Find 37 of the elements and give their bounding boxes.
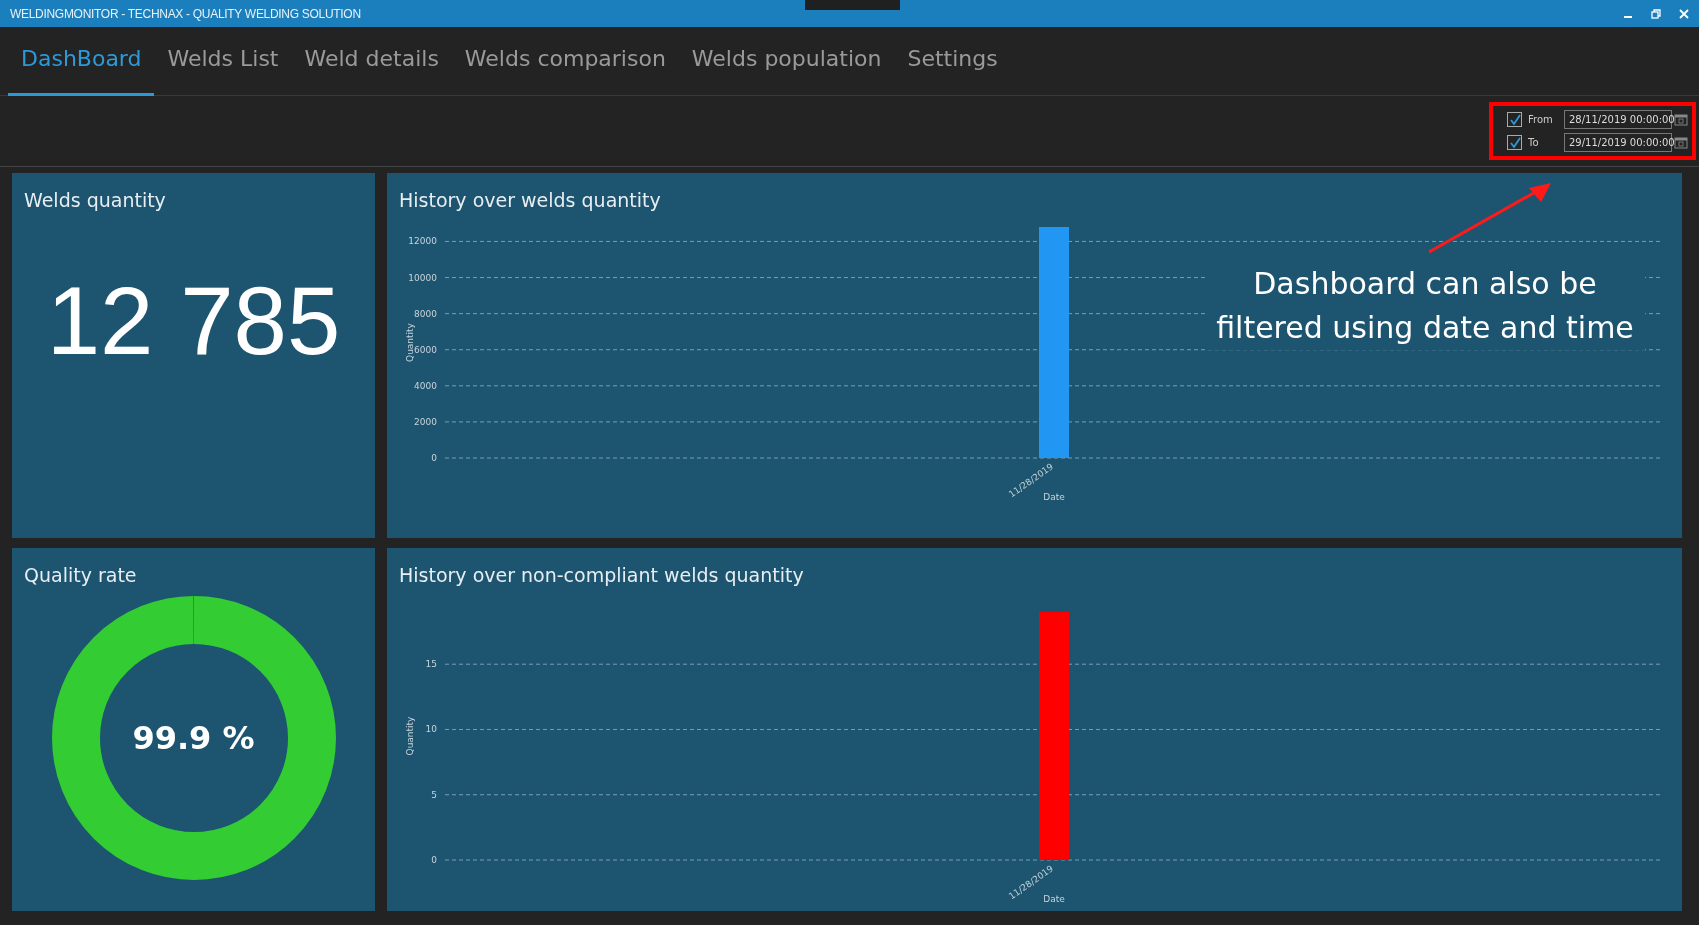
panel-title: Welds quantity — [24, 189, 166, 211]
y-tick-label: 15 — [425, 659, 437, 670]
panel-title: Quality rate — [24, 564, 137, 586]
date-field[interactable]: 29/11/2019 00:00:00 — [1564, 133, 1672, 152]
y-tick-label: 12000 — [408, 236, 437, 247]
restore-icon[interactable] — [1651, 8, 1661, 19]
y-tick-label: 10000 — [408, 272, 437, 283]
tab[interactable]: Welds List — [154, 32, 292, 96]
calendar-icon[interactable] — [1674, 113, 1688, 126]
panel-title: History over welds quantity — [399, 189, 661, 211]
date-field[interactable]: 28/11/2019 00:00:00 — [1564, 110, 1672, 129]
y-tick-label: 0 — [431, 855, 437, 865]
checkbox[interactable] — [1507, 112, 1522, 127]
y-axis-title: Quantity — [405, 323, 415, 362]
tab[interactable]: DashBoard — [8, 32, 155, 96]
drag-handle[interactable] — [805, 0, 900, 10]
close-icon[interactable] — [1679, 8, 1689, 19]
y-axis-title: Quantity — [405, 716, 415, 756]
y-tick-label: 5 — [431, 789, 437, 800]
filter-label: From — [1528, 114, 1554, 125]
y-tick-label: 10 — [425, 724, 437, 735]
tab[interactable]: Welds population — [678, 32, 895, 96]
y-tick-label: 6000 — [414, 344, 437, 355]
welds-count: 12 785 — [46, 266, 341, 376]
calendar-icon[interactable] — [1674, 136, 1688, 149]
y-tick-label: 4000 — [414, 380, 437, 391]
tab[interactable]: Welds comparison — [451, 32, 679, 96]
checkbox[interactable] — [1507, 135, 1522, 150]
y-tick-label: 8000 — [414, 308, 437, 319]
quality-percentage: 99.9 % — [132, 719, 255, 757]
filter-label: To — [1528, 137, 1540, 148]
panel-title: History over non-compliant welds quantity — [399, 564, 804, 586]
y-tick-label: 2000 — [414, 416, 437, 427]
tab[interactable]: Settings — [894, 32, 1011, 96]
y-tick-label: 0 — [431, 453, 437, 463]
tab[interactable]: Weld details — [291, 32, 452, 96]
window-title: WELDINGMONITOR - TECHNAX - QUALITY WELDING SOLUTION — [10, 6, 361, 21]
